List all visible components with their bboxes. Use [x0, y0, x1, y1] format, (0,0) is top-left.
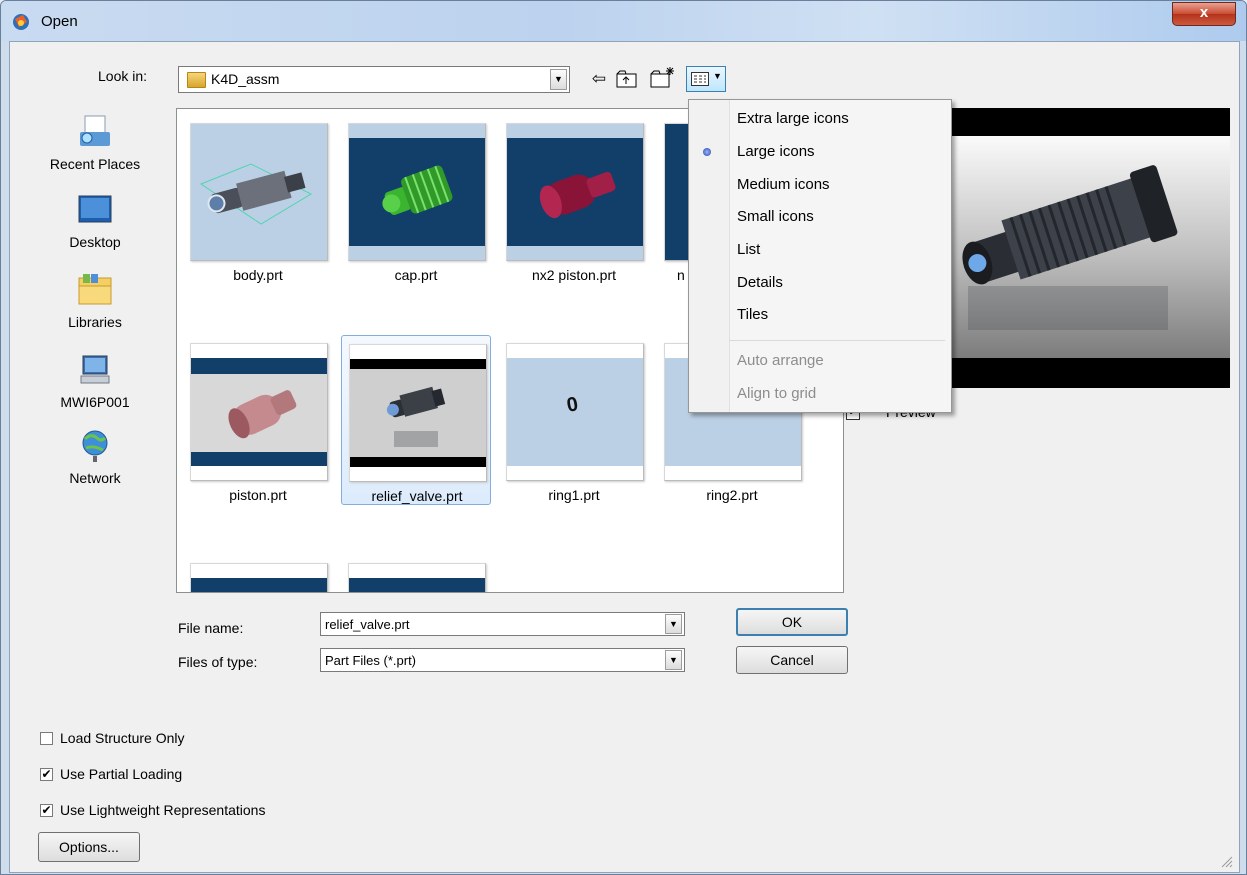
checkbox-box[interactable]: ✔ — [40, 768, 53, 781]
place-computer[interactable]: MWI6P001 — [40, 352, 150, 410]
file-thumbnail — [348, 123, 486, 261]
title-bar[interactable]: Open x — [1, 1, 1246, 41]
file-item-partial[interactable] — [183, 555, 333, 592]
option-label: Load Structure Only — [60, 730, 185, 746]
file-thumbnail — [190, 343, 328, 481]
file-name-label: relief_valve.prt — [371, 488, 463, 504]
look-in-value: K4D_assm — [211, 71, 280, 87]
dialog-client-area: Look in: K4D_assm ▼ ⇦ ▼ Recent Places De… — [9, 41, 1240, 873]
file-item-body[interactable]: body.prt — [183, 115, 333, 285]
file-item-cap[interactable]: cap.prt — [341, 115, 491, 285]
recent-places-icon — [80, 115, 110, 146]
folder-icon — [187, 72, 206, 88]
file-thumbnail — [190, 123, 328, 261]
computer-icon — [80, 355, 110, 384]
file-thumbnail: 0 — [506, 343, 644, 481]
menu-item-align-to-grid: Align to grid — [737, 385, 817, 402]
place-label: MWI6P001 — [60, 394, 130, 410]
ok-button[interactable]: OK — [736, 608, 848, 636]
place-label: Network — [69, 470, 121, 486]
menu-item-auto-arrange: Auto arrange — [737, 352, 824, 369]
file-thumbnail — [506, 123, 644, 261]
file-item-piston[interactable]: piston.prt — [183, 335, 333, 505]
close-button[interactable]: x — [1172, 2, 1236, 26]
open-dialog-window: Open x Look in: K4D_assm ▼ ⇦ ▼ Recent Pl… — [0, 0, 1247, 875]
place-network[interactable]: Network — [40, 428, 150, 486]
place-libraries[interactable]: Libraries — [40, 272, 150, 330]
file-item-relief-valve[interactable]: relief_valve.prt — [341, 335, 491, 505]
menu-item-medium-icons[interactable]: Medium icons — [737, 176, 830, 193]
chevron-down-icon[interactable]: ▼ — [665, 650, 682, 670]
radio-selected-icon — [703, 148, 711, 156]
file-item-nx2-piston[interactable]: nx2 piston.prt — [499, 115, 649, 285]
thumbnail-band — [349, 578, 485, 592]
file-name-field[interactable]: relief_valve.prt ▼ — [320, 612, 685, 636]
menu-item-details[interactable]: Details — [737, 274, 783, 291]
network-icon — [82, 430, 108, 462]
view-dropdown-menu: Extra large icons Large icons Medium ico… — [688, 99, 952, 413]
menu-item-tiles[interactable]: Tiles — [737, 306, 768, 323]
back-arrow-icon[interactable]: ⇦ — [588, 66, 610, 92]
file-name-label: ring1.prt — [548, 487, 600, 503]
file-name-label: ring2.prt — [706, 487, 758, 503]
new-folder-icon[interactable] — [650, 66, 676, 90]
file-type-value: Part Files (*.prt) — [325, 653, 417, 668]
thumbnail-band — [191, 578, 327, 592]
look-in-combo[interactable]: K4D_assm ▼ — [178, 66, 570, 93]
file-thumbnail — [349, 344, 487, 482]
chevron-down-icon[interactable]: ▼ — [550, 69, 567, 90]
menu-separator — [729, 340, 945, 341]
place-label: Recent Places — [49, 156, 141, 172]
chevron-down-icon[interactable]: ▼ — [665, 614, 682, 634]
chevron-down-icon: ▼ — [713, 71, 722, 81]
window-title: Open — [41, 13, 78, 30]
file-name-value: relief_valve.prt — [325, 617, 410, 632]
file-name-label: piston.prt — [229, 487, 287, 503]
file-thumbnail — [348, 563, 486, 592]
file-thumbnail — [190, 563, 328, 592]
look-in-label: Look in: — [98, 68, 148, 84]
file-name-label: File name: — [178, 620, 244, 636]
view-menu-button[interactable]: ▼ — [686, 66, 726, 92]
file-name-label: body.prt — [233, 267, 283, 283]
place-label: Libraries — [68, 314, 122, 330]
desktop-icon — [78, 195, 112, 223]
options-button[interactable]: Options... — [38, 832, 140, 862]
file-type-label: Files of type: — [178, 654, 258, 670]
menu-item-extra-large-icons[interactable]: Extra large icons — [737, 110, 849, 127]
option-label: Use Lightweight Representations — [60, 802, 266, 818]
checkbox-box[interactable]: ✔ — [40, 804, 53, 817]
menu-item-list[interactable]: List — [737, 241, 760, 258]
file-item-partial[interactable] — [341, 555, 491, 592]
file-type-select[interactable]: Part Files (*.prt) ▼ — [320, 648, 685, 672]
option-label: Use Partial Loading — [60, 766, 183, 782]
place-label: Desktop — [69, 234, 121, 250]
menu-gutter — [689, 100, 730, 412]
place-recent-places[interactable]: Recent Places — [40, 114, 150, 172]
libraries-icon — [78, 274, 112, 305]
up-folder-icon[interactable] — [616, 70, 638, 88]
view-menu-icon — [691, 72, 709, 86]
resize-grip-icon[interactable] — [1219, 854, 1233, 868]
app-logo-icon — [13, 14, 29, 30]
checkbox-box[interactable] — [40, 732, 53, 745]
file-name-label: nx2 piston.prt — [531, 267, 617, 283]
place-desktop[interactable]: Desktop — [40, 192, 150, 250]
file-name-label: cap.prt — [394, 267, 438, 283]
cancel-button[interactable]: Cancel — [736, 646, 848, 674]
file-item-ring1[interactable]: 0 ring1.prt — [499, 335, 649, 505]
menu-item-large-icons[interactable]: Large icons — [737, 143, 815, 160]
menu-item-small-icons[interactable]: Small icons — [737, 208, 814, 225]
